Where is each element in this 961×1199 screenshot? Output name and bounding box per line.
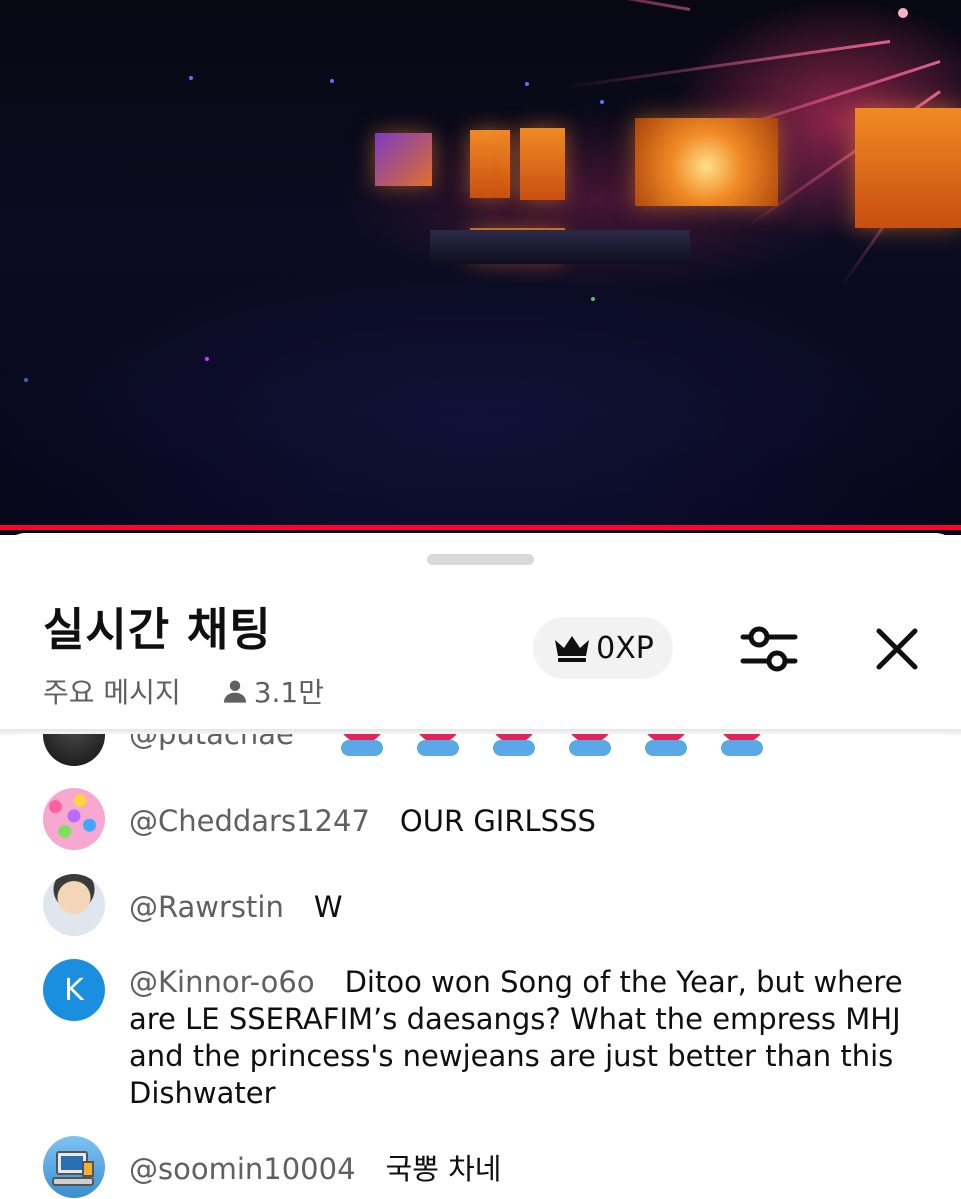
message-author[interactable]: @soomin10004: [129, 1152, 356, 1186]
video-player[interactable]: [0, 0, 961, 535]
led-screen: [375, 133, 432, 186]
filter-settings-button[interactable]: [737, 621, 801, 677]
avatar[interactable]: [43, 874, 105, 936]
led-screen: [635, 118, 778, 206]
heart-hands-emoji: [493, 734, 536, 756]
message-body: @putachae: [129, 734, 909, 758]
light-dot: [189, 76, 193, 80]
heart-hands-emoji: [645, 734, 688, 756]
chat-subheader: 주요 메시지 3.1만: [43, 671, 324, 711]
heart-hands-emoji: [721, 734, 764, 756]
avatar[interactable]: [43, 788, 105, 850]
message-text: OUR GIRLSSS: [399, 804, 596, 838]
drag-handle[interactable]: [427, 554, 534, 565]
led-screen: [520, 128, 565, 200]
message-body: @Rawrstin W: [129, 889, 909, 926]
message-body: @soomin10004 국뽕 차네: [129, 1151, 909, 1188]
light-dot: [591, 297, 595, 301]
message-author[interactable]: @putachae: [129, 734, 294, 751]
chat-title: 실시간 채팅: [43, 603, 272, 656]
chat-message-list[interactable]: @putachae @Cheddars1247 OUR GIRLSSS @Rawr…: [0, 734, 961, 1199]
heart-hands-emoji: [417, 734, 460, 756]
heart-hands-emoji: [569, 734, 612, 756]
close-icon: [876, 628, 918, 670]
light-dot: [205, 357, 209, 361]
heart-hands-emoji: [341, 734, 384, 756]
xp-badge-button[interactable]: 0XP: [533, 617, 673, 679]
crown-icon: [555, 636, 590, 662]
viewer-count: 3.1만: [221, 671, 324, 711]
xp-label: 0XP: [596, 630, 654, 666]
message-body: @Kinnor-o6o Ditoo won Song of the Year, b…: [129, 964, 909, 1112]
stage-light: [563, 40, 891, 89]
light-dot: [525, 82, 529, 86]
message-body: @Cheddars1247 OUR GIRLSSS: [129, 803, 909, 840]
light-dot: [24, 378, 28, 382]
close-button[interactable]: [869, 621, 925, 677]
audience: [0, 260, 961, 535]
person-icon: [223, 680, 246, 703]
light-dot: [600, 100, 604, 104]
video-progress-bar[interactable]: [0, 525, 961, 530]
light-dot: [898, 8, 908, 18]
stage-light: [433, 0, 691, 11]
light-dot: [330, 79, 334, 83]
computer-icon: [52, 1151, 94, 1186]
avatar[interactable]: K: [43, 959, 105, 1021]
heart-hands-emoji-row: [333, 734, 789, 756]
viewer-count-value: 3.1만: [253, 676, 324, 709]
stage: [430, 230, 690, 264]
led-screen: [855, 108, 961, 228]
message-author[interactable]: @Rawrstin: [129, 890, 284, 924]
chat-mode-label[interactable]: 주요 메시지: [43, 671, 181, 711]
avatar[interactable]: [43, 1136, 105, 1198]
message-text: 국뽕 차네: [385, 1152, 502, 1186]
led-screen: [470, 130, 510, 198]
message-author[interactable]: @Cheddars1247: [129, 804, 370, 838]
message-author[interactable]: @Kinnor-o6o: [129, 965, 315, 999]
message-text: W: [313, 890, 343, 924]
avatar[interactable]: [43, 734, 105, 766]
sliders-icon: [740, 626, 798, 672]
